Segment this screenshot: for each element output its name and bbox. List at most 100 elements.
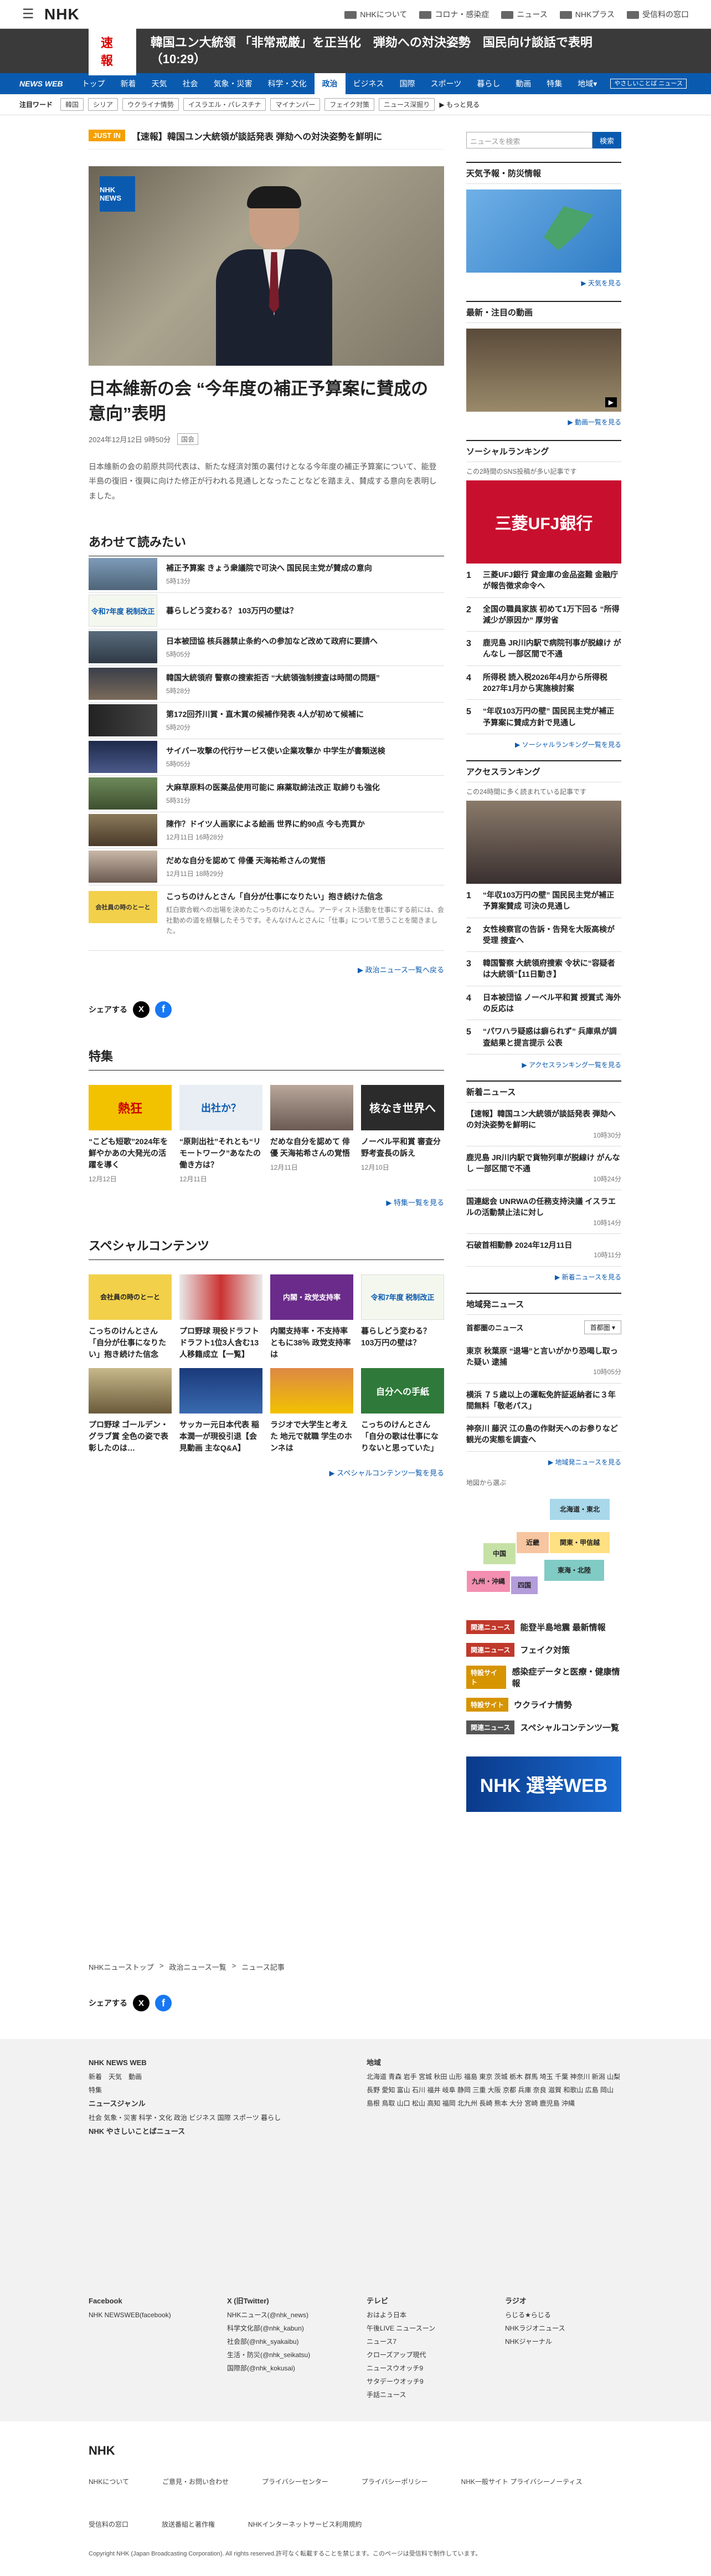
latest-item[interactable]: 【速報】韓国ユン大統領が談話発表 弾劾への対決姿勢を鮮明に 10時30分 <box>466 1103 621 1146</box>
promo-item[interactable]: 関連ニュース フェイク対策 <box>466 1642 621 1657</box>
local-item[interactable]: 東京 秋葉原 “退場”と言いがかり恐喝し取った疑い 逮捕 10時05分 <box>466 1340 621 1384</box>
menu-icon[interactable]: ☰ <box>22 6 44 22</box>
related-title[interactable]: だめな自分を認めて 俳優 天海祐希さんの覚悟 <box>166 855 326 867</box>
breadcrumb-item[interactable]: NHKニューストップ <box>89 1962 154 1972</box>
feature-title[interactable]: “原則出社”それとも“リモートワーク”あなたの働き方は？ <box>179 1136 262 1171</box>
keyword-more-link[interactable]: ▶ もっと見る <box>439 100 480 109</box>
related-item[interactable]: サイバー攻撃の代行サービス使い企業攻撃か 中学生が書類送検 5時05分 <box>89 739 444 776</box>
access-banner[interactable] <box>466 800 621 884</box>
nav-item-video[interactable]: 動画 <box>508 73 539 94</box>
related-title[interactable]: 第172回芥川賞・直木賞の候補作発表 4人が初めて候補に <box>166 709 364 720</box>
related-title[interactable]: 韓国大統領府 警察の捜索拒否 “大統領強制捜査は時間の問題” <box>166 672 380 684</box>
special-card[interactable]: ラジオで大学生と考えた 地元で就職 学生のホンネは <box>270 1368 353 1454</box>
related-item[interactable]: 第172回芥川賞・直木賞の候補作発表 4人が初めて候補に 5時20分 <box>89 703 444 739</box>
features-more-link[interactable]: ▶ 特集一覧を見る <box>89 1197 444 1207</box>
nav-item-region[interactable]: 地域 ▾ <box>570 73 605 94</box>
related-item[interactable]: 日本被団協 核兵器禁止条約への参加など改めて政府に要請へ 5時05分 <box>89 629 444 666</box>
weather-map[interactable] <box>466 190 621 273</box>
related-item[interactable]: 大麻草原料の医薬品使用可能に 麻薬取締法改正 取締りも強化 5時31分 <box>89 776 444 812</box>
nav-item-weather[interactable]: 天気 <box>144 73 175 94</box>
special-title[interactable]: 暮らしどう変わる？ 103万円の壁は？ <box>361 1325 444 1349</box>
special-card[interactable]: 内閣・政党支持率 内閣支持率・不支持率ともに38％ 政党支持率は <box>270 1274 353 1360</box>
social-more-link[interactable]: ▶ ソーシャルランキング一覧を見る <box>466 734 621 755</box>
keyword-tag[interactable]: マイナンバー <box>270 98 321 111</box>
nhk-logo[interactable]: NHK <box>44 6 80 23</box>
related-title[interactable]: 日本被団協 核兵器禁止条約への参加など改めて政府に要請へ <box>166 636 378 647</box>
related-title[interactable]: 補正予算案 きょう衆議院で可決へ 国民民主党が賛成の意向 <box>166 562 372 574</box>
ranking-item[interactable]: 5 “パワハラ疑惑は癖られず” 兵庫県が調査結果と提言提示 公表 <box>466 1020 621 1054</box>
special-title[interactable]: こっちのけんとさん「自分の歌は仕事になりないと思っていた」 <box>361 1419 444 1454</box>
latest-item[interactable]: 石破首相動静 2024年12月11日 10時11分 <box>466 1234 621 1267</box>
local-item[interactable]: 横浜 ７５歳以上の運転免許証返納者に３年間無料「敬老パス」 <box>466 1384 621 1418</box>
related-title[interactable]: 大麻草原料の医薬品使用可能に 麻薬取締法改正 取締りも強化 <box>166 782 380 793</box>
keyword-tag[interactable]: ウクライナ情勢 <box>122 98 179 111</box>
feature-card[interactable]: 核なき世界へ ノーベル平和賞 審査分野考査長の訴え 12月10日 <box>361 1084 444 1184</box>
local-area-select[interactable]: 首都圏 ▾ <box>584 1320 621 1334</box>
ranking-item[interactable]: 1 三菱UFJ銀行 貸金庫の金品盗難 金融庁が報告徴求命令へ <box>466 564 621 598</box>
feature-title[interactable]: “こども短歌”2024年を鮮やかあの大発光の活躍を導く <box>89 1136 172 1171</box>
special-card[interactable]: 会社員の時のとーと こっちのけんとさん「自分が仕事になりたい」抱き続けた信念 <box>89 1274 172 1360</box>
promo-item[interactable]: 関連ニュース 能登半島地震 最新情報 <box>466 1620 621 1634</box>
nav-item-business[interactable]: ビジネス <box>346 73 392 94</box>
feature-title[interactable]: だめな自分を認めて 俳優 天海祐希さんの覚悟 <box>270 1136 353 1159</box>
related-item[interactable]: だめな自分を認めて 俳優 天海祐希さんの覚悟 12月11日 18時29分 <box>89 849 444 885</box>
nav-item-feature[interactable]: 特集 <box>539 73 570 94</box>
related-title[interactable]: 陳作？ドイツ人画家による絵画 世界に約90点 今も売買か <box>166 818 365 830</box>
video-more-link[interactable]: ▶ 動画一覧を見る <box>466 412 621 432</box>
promo-item[interactable]: 特設サイト 感染症データと医療・健康情報 <box>466 1665 621 1689</box>
special-card[interactable]: プロ野球 ゴールデン・グラブ賞 全色の姿で表彰したのは… <box>89 1368 172 1454</box>
related-title[interactable]: 暮らしどう変わる？ 103万円の壁は？ <box>166 605 297 617</box>
region-shikoku[interactable]: 四国 <box>511 1575 538 1595</box>
ranking-item[interactable]: 5 “年収103万円の壁” 国民民主党が補正予算案に賛成方針で見通し <box>466 700 621 734</box>
special-title[interactable]: 内閣支持率・不支持率ともに38％ 政党支持率は <box>270 1325 353 1360</box>
ranking-item[interactable]: 3 韓国警察 大統領府捜索 令状に“容疑者は大統領”【11日動き】 <box>466 952 621 986</box>
facebook-share-icon[interactable]: f <box>155 1001 172 1018</box>
top-link-plus[interactable]: NHKプラス <box>559 9 615 20</box>
feature-card[interactable]: だめな自分を認めて 俳優 天海祐希さんの覚悟 12月11日 <box>270 1084 353 1184</box>
ranking-item[interactable]: 2 全国の職員家族 初めて1万下回る “所得減少が原因か” 厚労省 <box>466 598 621 632</box>
region-chugoku[interactable]: 中国 <box>483 1542 516 1565</box>
related-title[interactable]: サイバー攻撃の代行サービス使い企業攻撃か 中学生が書類送検 <box>166 745 385 757</box>
feature-card[interactable]: 出社か？ “原則出社”それとも“リモートワーク”あなたの働き方は？ 12月11日 <box>179 1084 262 1184</box>
just-in-text[interactable]: 【速報】韓国ユン大統領が談話発表 弾劾への対決姿勢を鮮明に <box>132 129 382 142</box>
ranking-item[interactable]: 1 “年収103万円の壁” 国民民主党が補正予算案賛成 可決の見通し <box>466 884 621 918</box>
special-title[interactable]: プロ野球 現役ドラフト ドラフト1位3人含む13人移籍成立【一覧】 <box>179 1325 262 1360</box>
special-card[interactable]: プロ野球 現役ドラフト ドラフト1位3人含む13人移籍成立【一覧】 <box>179 1274 262 1360</box>
special-title[interactable]: こっちのけんとさん「自分が仕事になりたい」抱き続けた信念 <box>89 1325 172 1360</box>
keyword-tag[interactable]: イスラエル・パレスチナ <box>183 98 266 111</box>
election-web-banner[interactable]: NHK 選挙WEB <box>466 1756 621 1812</box>
promo-item[interactable]: 特設サイト ウクライナ情勢 <box>466 1697 621 1712</box>
related-item[interactable]: 陳作？ドイツ人画家による絵画 世界に約90点 今も売買か 12月11日 16時28… <box>89 812 444 849</box>
breaking-text[interactable]: 韓国ユン大統領 「非常戒厳」を正当化 弾劾への対決姿勢 国民向け談話で表明（10… <box>151 34 622 67</box>
special-card[interactable]: 令和7年度 税制改正 暮らしどう変わる？ 103万円の壁は？ <box>361 1274 444 1360</box>
x-share-icon[interactable]: X <box>133 1995 150 2011</box>
special-card[interactable]: サッカー元日本代表 稲本潤一が現役引退【会見動画 主なQ&A】 <box>179 1368 262 1454</box>
nav-item-top[interactable]: トップ <box>74 73 113 94</box>
search-input[interactable]: ニュースを検索 <box>466 132 592 148</box>
footer-nhk-logo[interactable]: NHK <box>89 2444 115 2458</box>
top-link-corona[interactable]: コロナ・感染症 <box>419 9 489 20</box>
special-title[interactable]: プロ野球 ゴールデン・グラブ賞 全色の姿で表彰したのは… <box>89 1419 172 1454</box>
breaking-news-bar[interactable]: 速報 韓国ユン大統領 「非常戒厳」を正当化 弾劾への対決姿勢 国民向け談話で表明… <box>0 27 711 75</box>
ranking-item[interactable]: 4 日本被団協 ノーベル平和賞 授賞式 海外の反応は <box>466 986 621 1021</box>
keyword-tag[interactable]: 韓国 <box>60 98 84 111</box>
facebook-share-icon[interactable]: f <box>155 1995 172 2011</box>
keyword-tag[interactable]: フェイク対策 <box>324 98 374 111</box>
nav-item-international[interactable]: 国際 <box>392 73 423 94</box>
region-kyushu[interactable]: 九州・沖縄 <box>466 1570 511 1592</box>
keyword-tag[interactable]: ニュース深掘り <box>379 98 435 111</box>
region-kanto[interactable]: 関東・甲信越 <box>549 1531 610 1554</box>
latest-more-link[interactable]: ▶ 新着ニュースを見る <box>466 1267 621 1287</box>
search-button[interactable]: 検索 <box>592 132 621 148</box>
related-item[interactable]: 令和7年度 税制改正 暮らしどう変わる？ 103万円の壁は？ <box>89 593 444 629</box>
promo-item[interactable]: 関連ニュース スペシャルコンテンツ一覧 <box>466 1720 621 1734</box>
article-category[interactable]: 国会 <box>177 433 199 445</box>
nav-item-society[interactable]: 社会 <box>175 73 206 94</box>
local-more-link[interactable]: ▶ 地域発ニュースを見る <box>466 1452 621 1472</box>
related-title[interactable]: こっちのけんとさん「自分が仕事になりたい」抱き続けた信念 <box>166 891 444 903</box>
nav-item-science[interactable]: 科学・文化 <box>260 73 315 94</box>
special-title[interactable]: サッカー元日本代表 稲本潤一が現役引退【会見動画 主なQ&A】 <box>179 1419 262 1454</box>
x-share-icon[interactable]: X <box>133 1001 150 1018</box>
social-banner[interactable]: 三菱UFJ銀行 <box>466 480 621 564</box>
nav-item-new[interactable]: 新着 <box>113 73 144 94</box>
